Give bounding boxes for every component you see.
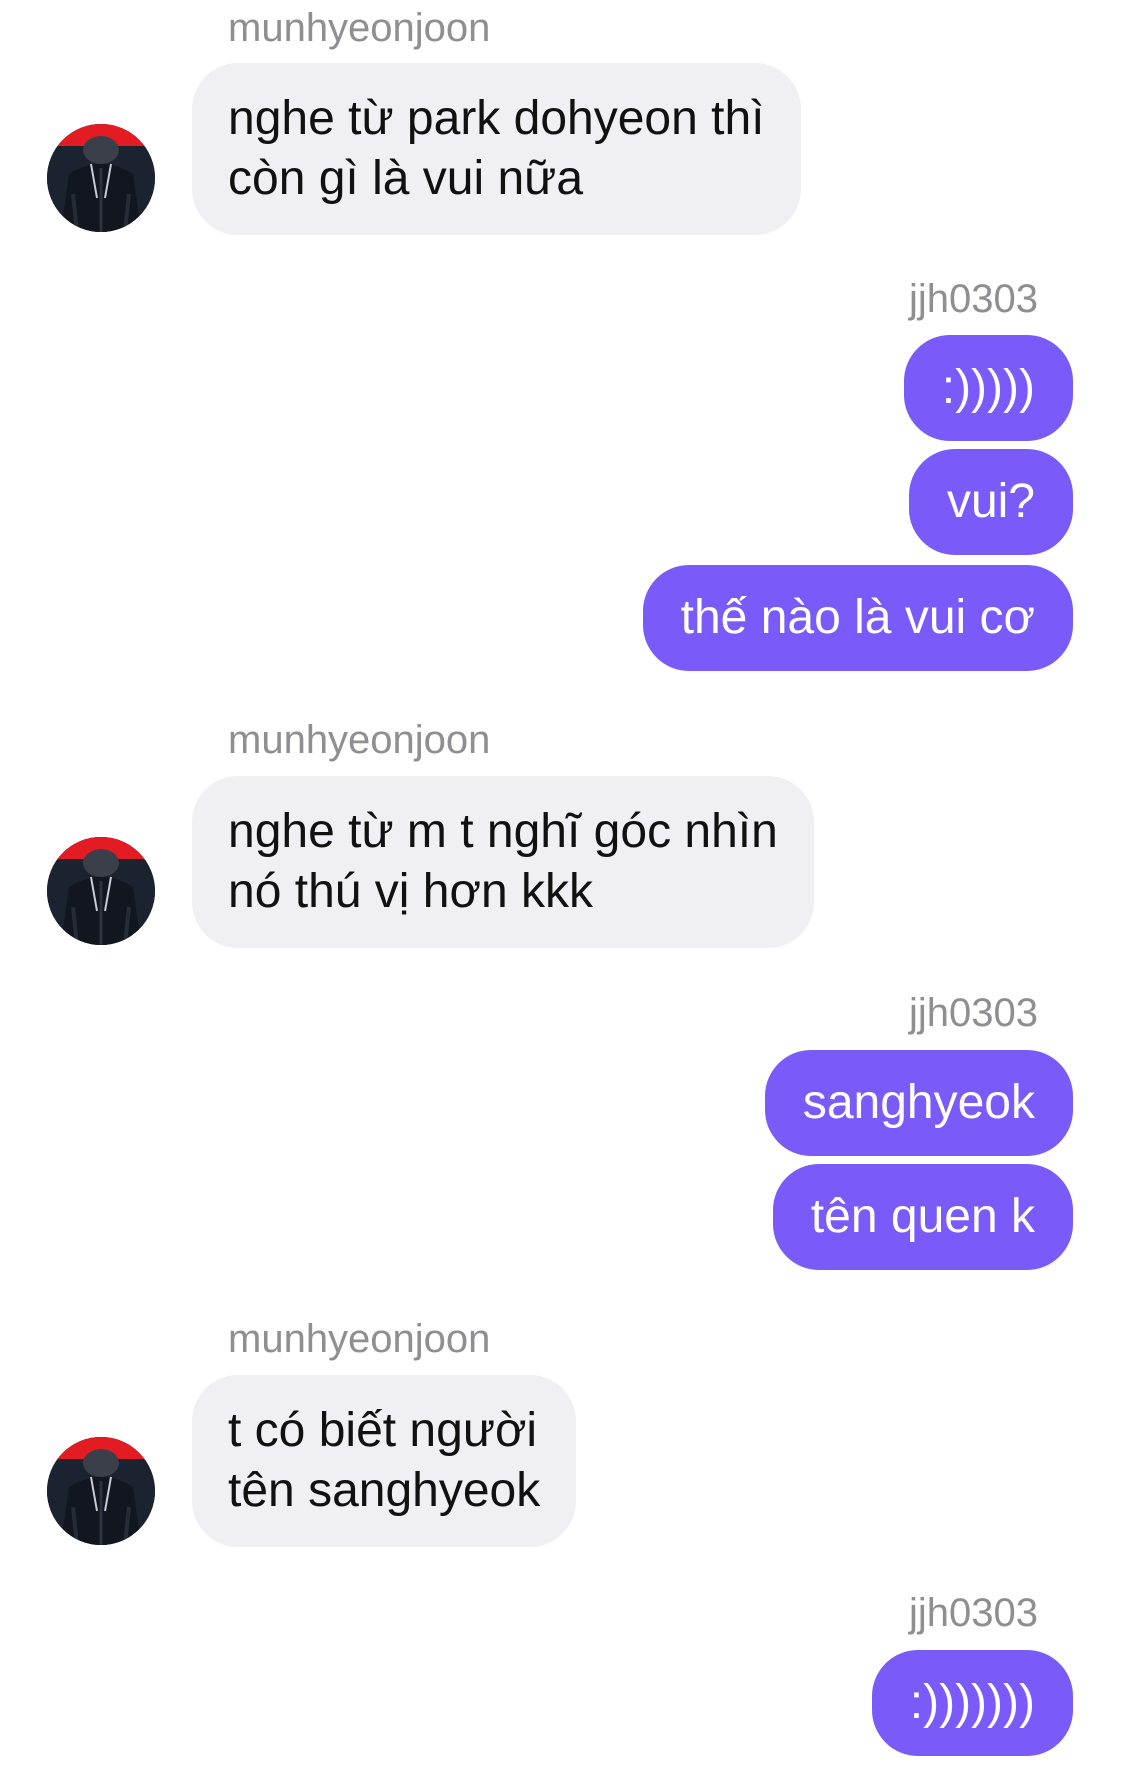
sender-name: jjh0303 <box>908 1591 1038 1635</box>
message-line: tên sanghyeok <box>228 1464 541 1517</box>
incoming-message-bubble[interactable]: nghe từ m t nghĩ góc nhìn nó thú vị hơn … <box>192 776 814 948</box>
outgoing-message-bubble[interactable]: :))))) <box>903 335 1073 441</box>
avatar[interactable] <box>47 124 155 232</box>
sender-name: munhyeonjoon <box>228 1317 491 1361</box>
message-line: nó thú vị hơn kkk <box>228 865 593 918</box>
incoming-message-bubble[interactable]: t có biết người tên sanghyeok <box>192 1375 577 1547</box>
sender-name: munhyeonjoon <box>228 718 491 762</box>
avatar[interactable] <box>47 837 155 945</box>
chat-thread[interactable]: munhyeonjoon nghe từ park dohyeon thì cò… <box>0 0 1125 1772</box>
outgoing-message-bubble[interactable]: thế nào là vui cơ <box>642 565 1073 671</box>
incoming-message-bubble[interactable]: nghe từ park dohyeon thì còn gì là vui n… <box>192 63 801 235</box>
message-line: nghe từ park dohyeon thì <box>228 92 765 145</box>
message-line: còn gì là vui nữa <box>228 152 584 205</box>
sender-name: jjh0303 <box>908 991 1038 1035</box>
outgoing-message-bubble[interactable]: vui? <box>908 449 1073 555</box>
sender-name: munhyeonjoon <box>228 6 491 50</box>
avatar-photo-icon <box>47 837 155 945</box>
sender-name: jjh0303 <box>908 277 1038 321</box>
avatar-photo-icon <box>47 1437 155 1545</box>
outgoing-message-bubble[interactable]: sanghyeok <box>764 1050 1073 1156</box>
outgoing-message-bubble[interactable]: tên quen k <box>772 1164 1073 1270</box>
avatar[interactable] <box>47 1437 155 1545</box>
avatar-photo-icon <box>47 124 155 232</box>
message-line: nghe từ m t nghĩ góc nhìn <box>228 805 778 858</box>
message-line: t có biết người <box>228 1404 538 1457</box>
outgoing-message-bubble[interactable]: :))))))) <box>871 1650 1073 1756</box>
